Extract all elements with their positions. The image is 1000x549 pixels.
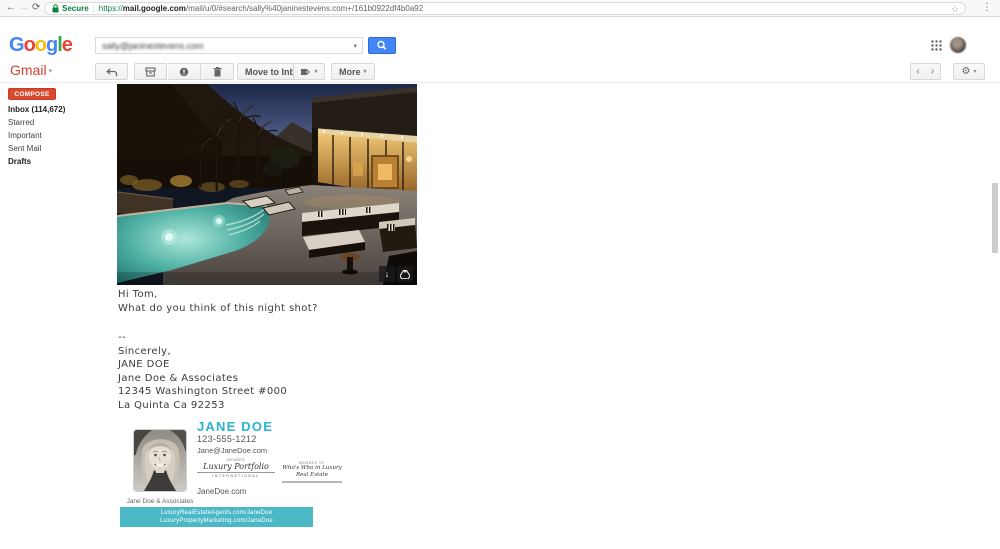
gmail-menu-dropdown[interactable]: Gmail▾: [10, 62, 52, 78]
search-button[interactable]: [368, 37, 396, 54]
url-separator: |: [93, 4, 95, 13]
page-scrollbar-thumb[interactable]: [992, 183, 998, 253]
url-scheme: https://: [99, 4, 123, 13]
download-icon: ↓: [385, 269, 390, 279]
gmail-caret-icon: ▾: [49, 68, 53, 75]
download-attachment-button[interactable]: ↓: [379, 266, 395, 282]
sidebar-item-important[interactable]: Important: [8, 131, 42, 140]
search-icon: [369, 38, 395, 53]
back-arrow-icon: [105, 67, 118, 77]
email-signature-text: --Sincerely,JANE DOEJane Doe & Associate…: [118, 331, 287, 412]
more-button[interactable]: More ▾: [331, 63, 375, 80]
drive-icon: [400, 270, 410, 279]
agent-website-link[interactable]: JaneDoe.com: [197, 487, 246, 496]
more-caret-icon: ▾: [364, 68, 367, 75]
banner-link-2[interactable]: LuxuryPropertyMarketing.com/JaneDoe: [120, 518, 313, 526]
banner-link-1[interactable]: LuxuryRealEstateAgents.com/JaneDoe: [120, 510, 313, 518]
url-text: https://mail.google.com/mail/u/0/#search…: [99, 4, 423, 13]
whos-who-luxury-logo: MEMBER OF Who's Who in Luxury Real Estat…: [282, 461, 342, 483]
spam-icon: [179, 67, 189, 77]
url-path: /mail/u/0/#search/sally%40janinestevens.…: [186, 4, 423, 13]
search-options-caret-icon[interactable]: ▾: [353, 42, 357, 50]
signature-banner: LuxuryRealEstateAgents.com/JaneDoe Luxur…: [120, 507, 313, 527]
save-to-drive-button[interactable]: [397, 266, 413, 282]
url-domain: mail.google.com: [123, 4, 186, 13]
search-input[interactable]: sally@janinestevens.com ▾: [95, 37, 363, 54]
archive-button[interactable]: [134, 63, 167, 80]
gmail-header: Google sally@janinestevens.com ▾: [0, 17, 1000, 60]
luxury-portfolio-logo: MEMBER Luxury Portfolio INTERNATIONAL: [197, 458, 275, 478]
secure-badge: Secure: [62, 4, 89, 13]
gmail-toolbar: Gmail▾ Move to Inbox: [0, 60, 1000, 83]
report-spam-button[interactable]: [168, 63, 201, 80]
sidebar-item-inbox[interactable]: Inbox (114,672): [8, 105, 65, 114]
labels-button[interactable]: ▾: [293, 63, 325, 80]
archive-icon: [145, 67, 156, 77]
account-avatar[interactable]: [950, 37, 966, 53]
house-pool-night-photo: [117, 84, 417, 285]
browser-refresh-icon[interactable]: ⟳: [32, 1, 40, 15]
trash-icon: [213, 67, 222, 77]
newer-conversation-button[interactable]: ‹: [910, 63, 926, 80]
sidebar-item-sent-mail[interactable]: Sent Mail: [8, 144, 41, 153]
google-logo: Google: [9, 34, 72, 57]
browser-forward-icon[interactable]: →: [19, 1, 29, 15]
agent-phone: 123-555-1212: [197, 434, 257, 444]
back-to-search-button[interactable]: [95, 63, 128, 80]
logo-caption-bar: [282, 481, 342, 483]
apps-grid-icon[interactable]: [930, 39, 943, 52]
label-tag-icon: [300, 67, 311, 77]
settings-button[interactable]: ⚙ ▾: [953, 63, 985, 80]
sidebar-item-drafts[interactable]: Drafts: [8, 157, 31, 166]
labels-caret-icon: ▾: [314, 68, 317, 75]
email-attachment-image[interactable]: ↓: [117, 84, 417, 285]
agent-portrait-photo: [133, 429, 187, 492]
search-input-value: sally@janinestevens.com: [102, 41, 204, 51]
agent-name: JANE DOE: [197, 419, 273, 434]
bookmark-star-icon[interactable]: ☆: [951, 4, 959, 15]
browser-back-icon[interactable]: ←: [6, 1, 16, 15]
browser-menu-icon[interactable]: ⋮: [982, 2, 992, 13]
email-body-paragraph: Hi Tom,What do you think of this night s…: [118, 288, 318, 315]
settings-caret-icon: ▾: [973, 68, 976, 75]
lock-icon: [52, 4, 59, 13]
sidebar-item-starred[interactable]: Starred: [8, 118, 34, 127]
gear-icon: ⚙: [962, 66, 971, 77]
delete-button[interactable]: [201, 63, 234, 80]
address-bar[interactable]: Secure | https://mail.google.com/mail/u/…: [44, 2, 966, 15]
compose-button[interactable]: COMPOSE: [8, 88, 56, 100]
older-conversation-button[interactable]: ›: [925, 63, 941, 80]
agent-email-link[interactable]: Jane@JaneDoe.com: [197, 446, 267, 455]
browser-chrome: ← → ⟳ Secure | https://mail.google.com/m…: [0, 0, 1000, 17]
